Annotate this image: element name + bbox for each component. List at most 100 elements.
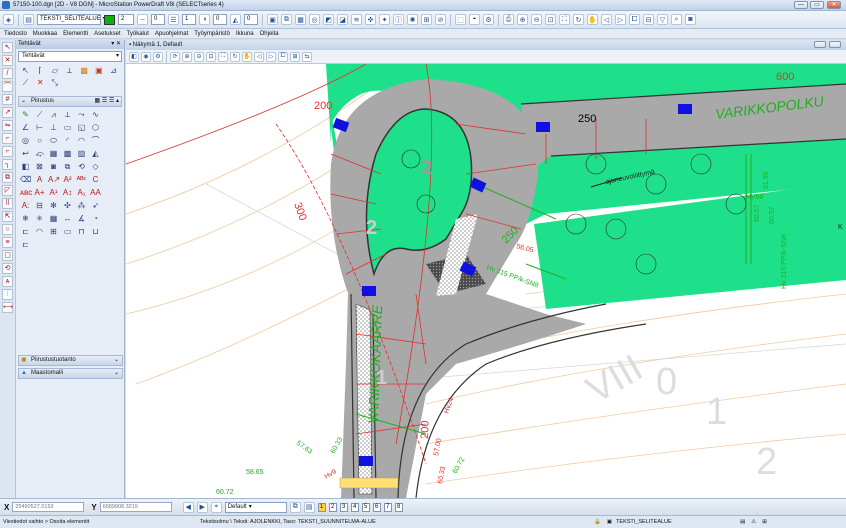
- dimension-arc-icon[interactable]: ◠: [34, 226, 45, 237]
- line-tool-icon[interactable]: /: [2, 68, 13, 79]
- frame-3-icon[interactable]: ⊔: [90, 226, 101, 237]
- curve-icon[interactable]: ⌒: [90, 135, 101, 146]
- dimension-ordinate-icon[interactable]: ⊏: [20, 226, 31, 237]
- zoom-out-view-icon[interactable]: ⊖: [194, 51, 204, 62]
- angle-split-icon[interactable]: ∠: [20, 122, 31, 133]
- view-group-manage-icon[interactable]: ▤: [303, 501, 315, 513]
- ice-icon[interactable]: ❄: [20, 213, 31, 224]
- back-icon[interactable]: ◀: [182, 501, 194, 513]
- mirror-tool-icon[interactable]: ⇋: [2, 120, 13, 131]
- place-smartline-icon[interactable]: ⟂: [64, 65, 75, 76]
- half-circle-icon[interactable]: ◠: [76, 135, 87, 146]
- menu-item-tools[interactable]: Työkalut: [127, 31, 149, 37]
- line-style-combo[interactable]: 0: [151, 14, 165, 25]
- fill-icon[interactable]: ◧: [20, 161, 31, 172]
- view-attributes-icon[interactable]: ◧: [129, 51, 139, 62]
- shape-icon[interactable]: ◱: [76, 122, 87, 133]
- menu-item-utilities[interactable]: Apuohjelmat: [155, 31, 188, 37]
- section-production-header[interactable]: ▣ Piirustustuotanto ⌄: [18, 355, 123, 366]
- view-tab-2[interactable]: 2: [328, 502, 337, 512]
- y-coordinate-field[interactable]: 6689908.3219: [99, 502, 172, 512]
- text-along-icon[interactable]: A↗: [48, 174, 60, 185]
- move-tool-icon[interactable]: ↗: [2, 107, 13, 118]
- view-previous-icon[interactable]: ◁: [601, 14, 612, 25]
- grid-tool-icon[interactable]: #: [2, 94, 13, 105]
- zoom-in-icon[interactable]: ⊕: [517, 14, 528, 25]
- pan-view-icon[interactable]: ✋: [242, 51, 252, 62]
- scale-tool-icon[interactable]: ⇱: [2, 211, 13, 222]
- dimension-linear-icon[interactable]: ↔: [62, 213, 73, 224]
- pattern-tool-icon[interactable]: ⫶: [2, 289, 13, 300]
- close-button[interactable]: ✕: [827, 1, 841, 9]
- maximize-button[interactable]: ▭: [810, 1, 824, 9]
- no-entry-icon[interactable]: ⊘: [435, 14, 446, 25]
- arc-icon[interactable]: ∿: [90, 109, 101, 120]
- angle-icon[interactable]: ⩘: [48, 109, 59, 120]
- arrow-symbol-icon[interactable]: ➶: [90, 200, 101, 211]
- view-tab-8[interactable]: 8: [394, 502, 403, 512]
- gear-icon[interactable]: ⚙: [483, 14, 494, 25]
- transparency-icon[interactable]: ◑: [199, 14, 210, 25]
- text-place-icon[interactable]: A: [34, 174, 45, 185]
- view-tab-7[interactable]: 7: [383, 502, 392, 512]
- active-color-swatch[interactable]: [104, 14, 115, 25]
- text-display-icon[interactable]: A:: [20, 200, 31, 211]
- rotate-tool-icon[interactable]: ⟲: [2, 263, 13, 274]
- select-tool-icon[interactable]: ↖: [2, 42, 13, 53]
- display-style-icon[interactable]: ◉: [141, 51, 151, 62]
- design-history-icon[interactable]: ⊞: [762, 519, 767, 525]
- active-color-combo[interactable]: 2: [118, 14, 134, 25]
- snowflake-icon[interactable]: ✻: [48, 200, 59, 211]
- save-status-icon[interactable]: ▤: [740, 519, 745, 525]
- copy-view-icon[interactable]: ⧠: [278, 51, 288, 62]
- search-icon[interactable]: ⌕: [671, 14, 682, 25]
- copy-element-icon[interactable]: ⧉: [62, 161, 73, 172]
- highlight-icon[interactable]: ▣: [93, 65, 104, 76]
- fit-view-icon[interactable]: ⛶: [559, 14, 570, 25]
- polyline-icon[interactable]: ⟂: [62, 109, 73, 120]
- references-icon[interactable]: ⧉: [281, 14, 292, 25]
- line-icon[interactable]: ⟋: [34, 109, 45, 120]
- fit-view-icon[interactable]: ⛶: [218, 51, 228, 62]
- arc-tool-icon[interactable]: ⌒: [2, 81, 13, 92]
- trim-tool-icon[interactable]: ⌐: [2, 133, 13, 144]
- priority-combo[interactable]: 0: [244, 14, 258, 25]
- menu-item-element[interactable]: Elementti: [63, 31, 88, 37]
- info-icon[interactable]: ⓘ: [393, 14, 404, 25]
- priority-icon[interactable]: ◭: [230, 14, 241, 25]
- view-close-button[interactable]: [829, 41, 841, 48]
- fence-icon[interactable]: ⬚: [455, 14, 466, 25]
- dimension-radius-icon[interactable]: ◔: [90, 213, 101, 224]
- text-tool-icon[interactable]: ᴀ: [2, 276, 13, 287]
- text-edit-icon[interactable]: ᴀʙᴄ: [20, 187, 32, 198]
- stretch-icon[interactable]: ⤡: [49, 77, 60, 88]
- print-icon[interactable]: ⎙: [503, 14, 514, 25]
- menu-item-edit[interactable]: Muokkaa: [33, 31, 57, 37]
- view-next-icon[interactable]: ▷: [266, 51, 276, 62]
- menu-item-workspace[interactable]: Työympäristö: [194, 31, 230, 37]
- accudraw-icon[interactable]: ✦: [379, 14, 390, 25]
- cell-tool-icon[interactable]: ▢: [2, 250, 13, 261]
- display-styles-icon[interactable]: ◪: [337, 14, 348, 25]
- area-icon[interactable]: ◭: [90, 148, 101, 159]
- modify-icon[interactable]: ⟋: [20, 77, 31, 88]
- view-gear-icon[interactable]: ⚙: [153, 51, 163, 62]
- arc-2-icon[interactable]: ◜: [62, 135, 73, 146]
- section-view-icon[interactable]: ⊞: [290, 51, 300, 62]
- selection-icon[interactable]: ↖: [20, 65, 31, 76]
- copy-tool-icon[interactable]: ⧉: [2, 172, 13, 183]
- table-icon[interactable]: ⊞: [48, 226, 59, 237]
- element-selection-icon[interactable]: ◈: [3, 14, 14, 25]
- frame-4-icon[interactable]: ⊏: [20, 239, 31, 250]
- raster-manager-icon[interactable]: ▦: [295, 14, 306, 25]
- menu-item-settings[interactable]: Asetukset: [94, 31, 120, 37]
- message-center-icon[interactable]: ⚠: [751, 519, 756, 525]
- view-tab-6[interactable]: 6: [372, 502, 381, 512]
- delete-tool-icon[interactable]: ✕: [2, 55, 13, 66]
- chamfer-tool-icon[interactable]: ◸: [2, 185, 13, 196]
- view-maximize-button[interactable]: [814, 41, 826, 48]
- new-file-icon[interactable]: ▣: [267, 14, 278, 25]
- ellipse-icon[interactable]: ⬭: [48, 135, 59, 146]
- zoom-out-icon[interactable]: ⊖: [531, 14, 542, 25]
- fillet-tool-icon[interactable]: ╮: [2, 159, 13, 170]
